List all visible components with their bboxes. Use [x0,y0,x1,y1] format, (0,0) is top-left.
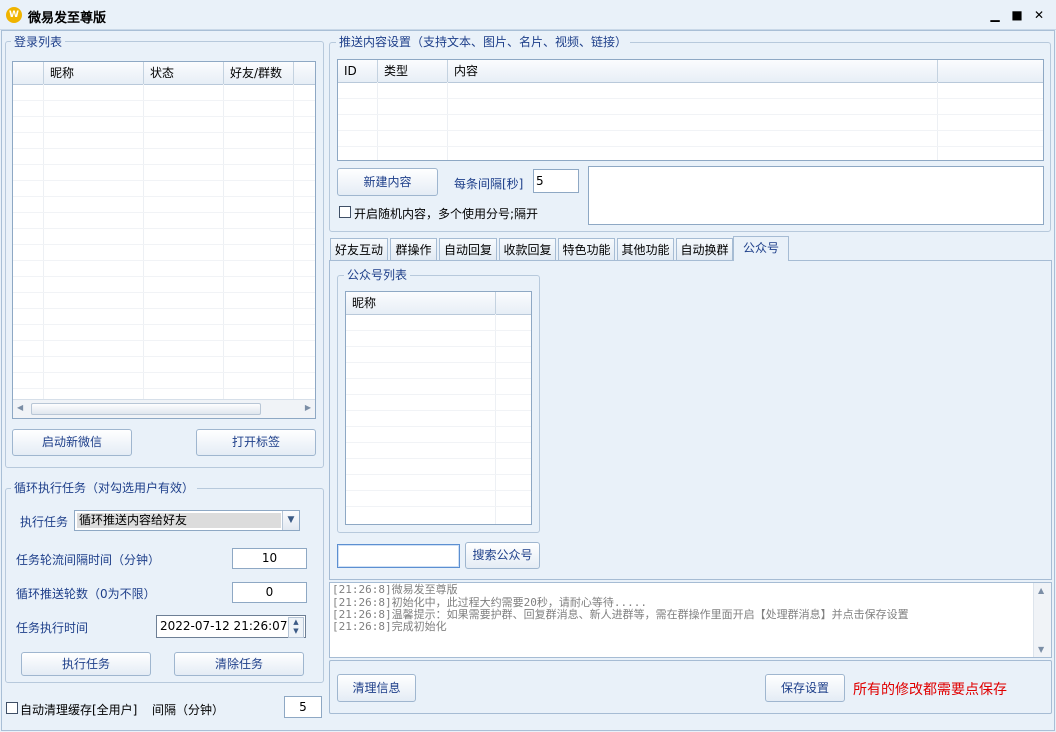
start-wechat-button[interactable]: 启动新微信 [12,429,132,456]
log-vertical-scrollbar[interactable]: ▲ ▼ [1033,583,1051,657]
scroll-up-icon[interactable]: ▲ [1038,586,1044,595]
tab-payment-reply[interactable]: 收款回复 [499,238,556,260]
new-content-button[interactable]: 新建内容 [337,168,438,196]
push-content-header: ID 类型 内容 [338,60,1043,83]
task-select[interactable]: 循环推送内容给好友 ▼ [74,510,300,531]
horizontal-scrollbar[interactable]: ◀ ▶ [13,399,315,418]
tab-auto-switch-group[interactable]: 自动换群 [676,238,733,260]
scroll-left-icon[interactable]: ◀ [17,403,23,412]
tab-other-features[interactable]: 其他功能 [617,238,674,260]
column-header-id[interactable]: ID [338,60,378,82]
exec-time-value: 2022-07-12 21:26:07 [160,619,288,633]
tab-group-operation[interactable]: 群操作 [390,238,437,260]
open-tags-button[interactable]: 打开标签 [196,429,316,456]
scrollbar-thumb[interactable] [31,403,261,415]
app-logo-icon: W [6,7,22,23]
maximize-icon[interactable]: ■ [1008,6,1026,24]
column-header-check[interactable] [13,62,44,84]
official-accounts-legend: 公众号列表 [344,268,411,282]
login-list-legend: 登录列表 [11,35,66,49]
column-header-friend-group-count[interactable]: 好友/群数 [224,62,294,84]
window-title: 微易发至尊版 [28,11,107,26]
spinner-icon[interactable]: ▲ ▼ [288,617,304,638]
column-header-content[interactable]: 内容 [448,60,938,82]
tab-auto-reply[interactable]: 自动回复 [439,238,497,260]
task-select-value: 循环推送内容给好友 [79,513,188,527]
task-label: 执行任务 [20,515,69,529]
scroll-right-icon[interactable]: ▶ [305,403,311,412]
content-preview-box[interactable] [588,166,1044,225]
random-content-label: 开启随机内容，多个使用分号;隔开 [354,207,539,221]
push-content-table[interactable]: ID 类型 内容 [337,59,1044,161]
chevron-down-icon[interactable]: ▼ [282,511,299,530]
log-panel[interactable]: [21:26:8]微易发至尊版 [21:26:8]初始化中，此过程大约需要20秒… [329,582,1052,658]
exec-time-label: 任务执行时间 [16,621,89,635]
column-header-extra[interactable] [938,60,1043,82]
push-interval-label: 每条间隔[秒] [454,177,524,191]
column-header-nickname[interactable]: 昵称 [44,62,144,84]
run-task-button[interactable]: 执行任务 [21,652,151,676]
tab-friend-interaction[interactable]: 好友互动 [330,238,388,260]
column-header-type[interactable]: 类型 [378,60,448,82]
scroll-down-icon[interactable]: ▼ [1038,645,1044,654]
title-bar [0,0,1056,30]
auto-clean-checkbox[interactable] [6,702,18,714]
save-settings-button[interactable]: 保存设置 [765,674,845,702]
official-accounts-table[interactable]: 昵称 [345,291,532,525]
clear-task-button[interactable]: 清除任务 [174,652,304,676]
clear-info-button[interactable]: 清理信息 [337,674,416,702]
minimize-icon[interactable]: ▁ [986,6,1004,24]
official-accounts-header: 昵称 [346,292,531,315]
random-content-checkbox[interactable] [339,206,351,218]
exec-time-picker[interactable]: 2022-07-12 21:26:07 ▲ ▼ [156,615,306,638]
tab-official-accounts[interactable]: 公众号 [733,236,789,261]
close-icon[interactable]: ✕ [1030,6,1048,24]
login-list-header: 昵称 状态 好友/群数 [13,62,315,85]
save-notice: 所有的修改都需要点保存 [853,682,1007,698]
column-header-account-nickname[interactable]: 昵称 [346,292,496,314]
push-settings-legend: 推送内容设置（支持文本、图片、名片、视频、链接） [336,35,631,49]
interval-input[interactable]: 10 [232,548,307,569]
loop-task-legend: 循环执行任务（对勾选用户有效） [11,481,198,495]
column-header-account-extra[interactable] [496,292,531,314]
login-list-table[interactable]: 昵称 状态 好友/群数 ◀ ▶ [12,61,316,419]
search-official-account-button[interactable]: 搜索公众号 [465,542,540,569]
log-line: [21:26:8]完成初始化 [332,620,447,633]
official-account-search-input[interactable] [337,544,460,568]
auto-clean-interval-label: 间隔（分钟） [152,703,225,717]
push-interval-input[interactable]: 5 [533,169,579,193]
rounds-label: 循环推送轮数（0为不限） [16,587,156,601]
interval-label: 任务轮流间隔时间（分钟） [16,553,161,567]
rounds-input[interactable]: 0 [232,582,307,603]
tab-special-features[interactable]: 特色功能 [558,238,615,260]
column-header-status[interactable]: 状态 [144,62,224,84]
auto-clean-label: 自动清理缓存[全用户] [20,703,138,717]
auto-clean-interval-input[interactable]: 5 [284,696,322,718]
log-line: [21:26:8]微易发至尊版 [332,583,458,596]
